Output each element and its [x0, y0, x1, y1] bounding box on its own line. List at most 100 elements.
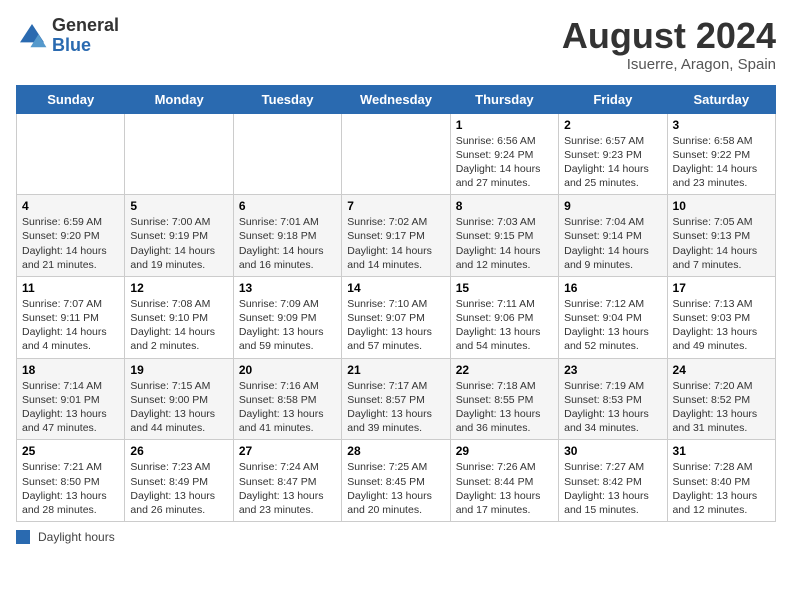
day-info: Sunrise: 6:59 AM Sunset: 9:20 PM Dayligh…: [22, 215, 119, 272]
calendar-cell: 17Sunrise: 7:13 AM Sunset: 9:03 PM Dayli…: [667, 276, 775, 358]
calendar-cell: 3 Sunrise: 6:58 AM Sunset: 9:22 PM Daylig…: [667, 113, 775, 195]
calendar-cell: [125, 113, 233, 195]
calendar-cell: 12 Sunrise: 7:08 AM Sunset: 9:10 PM Dayli…: [125, 276, 233, 358]
calendar-cell: 11Sunrise: 7:07 AM Sunset: 9:11 PM Dayli…: [17, 276, 125, 358]
day-info: Sunrise: 7:00 AM Sunset: 9:19 PM Dayligh…: [130, 215, 227, 272]
calendar-cell: [17, 113, 125, 195]
calendar-cell: 13 Sunrise: 7:09 AM Sunset: 9:09 PM Dayli…: [233, 276, 341, 358]
day-info: Sunrise: 7:19 AM Sunset: 8:53 PM Dayligh…: [564, 379, 661, 436]
calendar-cell: 15Sunrise: 7:11 AM Sunset: 9:06 PM Dayli…: [450, 276, 558, 358]
day-info: Sunrise: 6:56 AM Sunset: 9:24 PM Dayligh…: [456, 134, 553, 191]
calendar-cell: 6 Sunrise: 7:01 AM Sunset: 9:18 PM Daylig…: [233, 195, 341, 277]
calendar-cell: 30 Sunrise: 7:27 AM Sunset: 8:42 PM Dayli…: [559, 440, 667, 522]
calendar-cell: 27 Sunrise: 7:24 AM Sunset: 8:47 PM Dayli…: [233, 440, 341, 522]
calendar-cell: 19Sunrise: 7:15 AM Sunset: 9:00 PM Dayli…: [125, 358, 233, 440]
calendar-week-row: 11Sunrise: 7:07 AM Sunset: 9:11 PM Dayli…: [17, 276, 776, 358]
day-info: Sunrise: 7:02 AM Sunset: 9:17 PM Dayligh…: [347, 215, 444, 272]
legend-label: Daylight hours: [38, 530, 115, 544]
calendar-cell: 7 Sunrise: 7:02 AM Sunset: 9:17 PM Daylig…: [342, 195, 450, 277]
day-number: 20: [239, 363, 336, 377]
day-info: Sunrise: 7:16 AM Sunset: 8:58 PM Dayligh…: [239, 379, 336, 436]
logo-general: General: [52, 15, 119, 35]
day-info: Sunrise: 6:57 AM Sunset: 9:23 PM Dayligh…: [564, 134, 661, 191]
calendar-cell: 28Sunrise: 7:25 AM Sunset: 8:45 PM Dayli…: [342, 440, 450, 522]
day-info: Sunrise: 7:23 AM Sunset: 8:49 PM Dayligh…: [130, 460, 227, 517]
calendar-week-row: 25Sunrise: 7:21 AM Sunset: 8:50 PM Dayli…: [17, 440, 776, 522]
day-of-week-header: Sunday: [17, 85, 125, 113]
day-info: Sunrise: 7:10 AM Sunset: 9:07 PM Dayligh…: [347, 297, 444, 354]
calendar-cell: 5 Sunrise: 7:00 AM Sunset: 9:19 PM Daylig…: [125, 195, 233, 277]
calendar-week-row: 4 Sunrise: 6:59 AM Sunset: 9:20 PM Daylig…: [17, 195, 776, 277]
day-info: Sunrise: 6:58 AM Sunset: 9:22 PM Dayligh…: [673, 134, 770, 191]
calendar-cell: 1 Sunrise: 6:56 AM Sunset: 9:24 PM Daylig…: [450, 113, 558, 195]
calendar-cell: 29 Sunrise: 7:26 AM Sunset: 8:44 PM Dayli…: [450, 440, 558, 522]
calendar-cell: 31 Sunrise: 7:28 AM Sunset: 8:40 PM Dayli…: [667, 440, 775, 522]
day-number: 31: [673, 444, 770, 458]
day-info: Sunrise: 7:20 AM Sunset: 8:52 PM Dayligh…: [673, 379, 770, 436]
calendar-cell: [233, 113, 341, 195]
day-info: Sunrise: 7:28 AM Sunset: 8:40 PM Dayligh…: [673, 460, 770, 517]
day-number: 3: [673, 118, 770, 132]
calendar-cell: 26 Sunrise: 7:23 AM Sunset: 8:49 PM Dayli…: [125, 440, 233, 522]
day-number: 6: [239, 199, 336, 213]
calendar-cell: 9 Sunrise: 7:04 AM Sunset: 9:14 PM Daylig…: [559, 195, 667, 277]
legend-color-box: [16, 530, 30, 544]
day-info: Sunrise: 7:24 AM Sunset: 8:47 PM Dayligh…: [239, 460, 336, 517]
calendar-cell: 24 Sunrise: 7:20 AM Sunset: 8:52 PM Dayli…: [667, 358, 775, 440]
day-number: 1: [456, 118, 553, 132]
day-info: Sunrise: 7:08 AM Sunset: 9:10 PM Dayligh…: [130, 297, 227, 354]
day-of-week-header: Saturday: [667, 85, 775, 113]
day-number: 30: [564, 444, 661, 458]
day-number: 9: [564, 199, 661, 213]
day-number: 12: [130, 281, 227, 295]
calendar-week-row: 18Sunrise: 7:14 AM Sunset: 9:01 PM Dayli…: [17, 358, 776, 440]
calendar-cell: 8Sunrise: 7:03 AM Sunset: 9:15 PM Daylig…: [450, 195, 558, 277]
day-info: Sunrise: 7:13 AM Sunset: 9:03 PM Dayligh…: [673, 297, 770, 354]
calendar-cell: 10 Sunrise: 7:05 AM Sunset: 9:13 PM Dayli…: [667, 195, 775, 277]
logo-icon: [16, 20, 48, 52]
logo-text: General Blue: [52, 16, 119, 56]
day-number: 4: [22, 199, 119, 213]
day-info: Sunrise: 7:11 AM Sunset: 9:06 PM Dayligh…: [456, 297, 553, 354]
day-number: 23: [564, 363, 661, 377]
day-of-week-header: Tuesday: [233, 85, 341, 113]
day-info: Sunrise: 7:26 AM Sunset: 8:44 PM Dayligh…: [456, 460, 553, 517]
day-info: Sunrise: 7:09 AM Sunset: 9:09 PM Dayligh…: [239, 297, 336, 354]
day-info: Sunrise: 7:15 AM Sunset: 9:00 PM Dayligh…: [130, 379, 227, 436]
day-info: Sunrise: 7:05 AM Sunset: 9:13 PM Dayligh…: [673, 215, 770, 272]
day-info: Sunrise: 7:21 AM Sunset: 8:50 PM Dayligh…: [22, 460, 119, 517]
calendar-cell: 16Sunrise: 7:12 AM Sunset: 9:04 PM Dayli…: [559, 276, 667, 358]
day-number: 26: [130, 444, 227, 458]
day-info: Sunrise: 7:01 AM Sunset: 9:18 PM Dayligh…: [239, 215, 336, 272]
day-number: 22: [456, 363, 553, 377]
calendar-cell: 2 Sunrise: 6:57 AM Sunset: 9:23 PM Daylig…: [559, 113, 667, 195]
logo: General Blue: [16, 16, 119, 56]
day-number: 29: [456, 444, 553, 458]
calendar-cell: 21 Sunrise: 7:17 AM Sunset: 8:57 PM Dayli…: [342, 358, 450, 440]
calendar-cell: 20 Sunrise: 7:16 AM Sunset: 8:58 PM Dayli…: [233, 358, 341, 440]
day-info: Sunrise: 7:17 AM Sunset: 8:57 PM Dayligh…: [347, 379, 444, 436]
day-info: Sunrise: 7:27 AM Sunset: 8:42 PM Dayligh…: [564, 460, 661, 517]
day-number: 24: [673, 363, 770, 377]
day-info: Sunrise: 7:07 AM Sunset: 9:11 PM Dayligh…: [22, 297, 119, 354]
day-of-week-header: Wednesday: [342, 85, 450, 113]
legend: Daylight hours: [16, 530, 776, 544]
day-number: 13: [239, 281, 336, 295]
location-subtitle: Isuerre, Aragon, Spain: [562, 56, 776, 73]
day-number: 2: [564, 118, 661, 132]
calendar-cell: 25Sunrise: 7:21 AM Sunset: 8:50 PM Dayli…: [17, 440, 125, 522]
calendar-cell: 4 Sunrise: 6:59 AM Sunset: 9:20 PM Daylig…: [17, 195, 125, 277]
day-info: Sunrise: 7:04 AM Sunset: 9:14 PM Dayligh…: [564, 215, 661, 272]
day-number: 18: [22, 363, 119, 377]
day-of-week-header: Thursday: [450, 85, 558, 113]
month-year-title: August 2024: [562, 16, 776, 56]
day-number: 5: [130, 199, 227, 213]
day-number: 14: [347, 281, 444, 295]
day-number: 10: [673, 199, 770, 213]
title-area: August 2024 Isuerre, Aragon, Spain: [562, 16, 776, 73]
day-number: 7: [347, 199, 444, 213]
calendar-cell: 18Sunrise: 7:14 AM Sunset: 9:01 PM Dayli…: [17, 358, 125, 440]
day-info: Sunrise: 7:18 AM Sunset: 8:55 PM Dayligh…: [456, 379, 553, 436]
day-number: 27: [239, 444, 336, 458]
day-number: 21: [347, 363, 444, 377]
